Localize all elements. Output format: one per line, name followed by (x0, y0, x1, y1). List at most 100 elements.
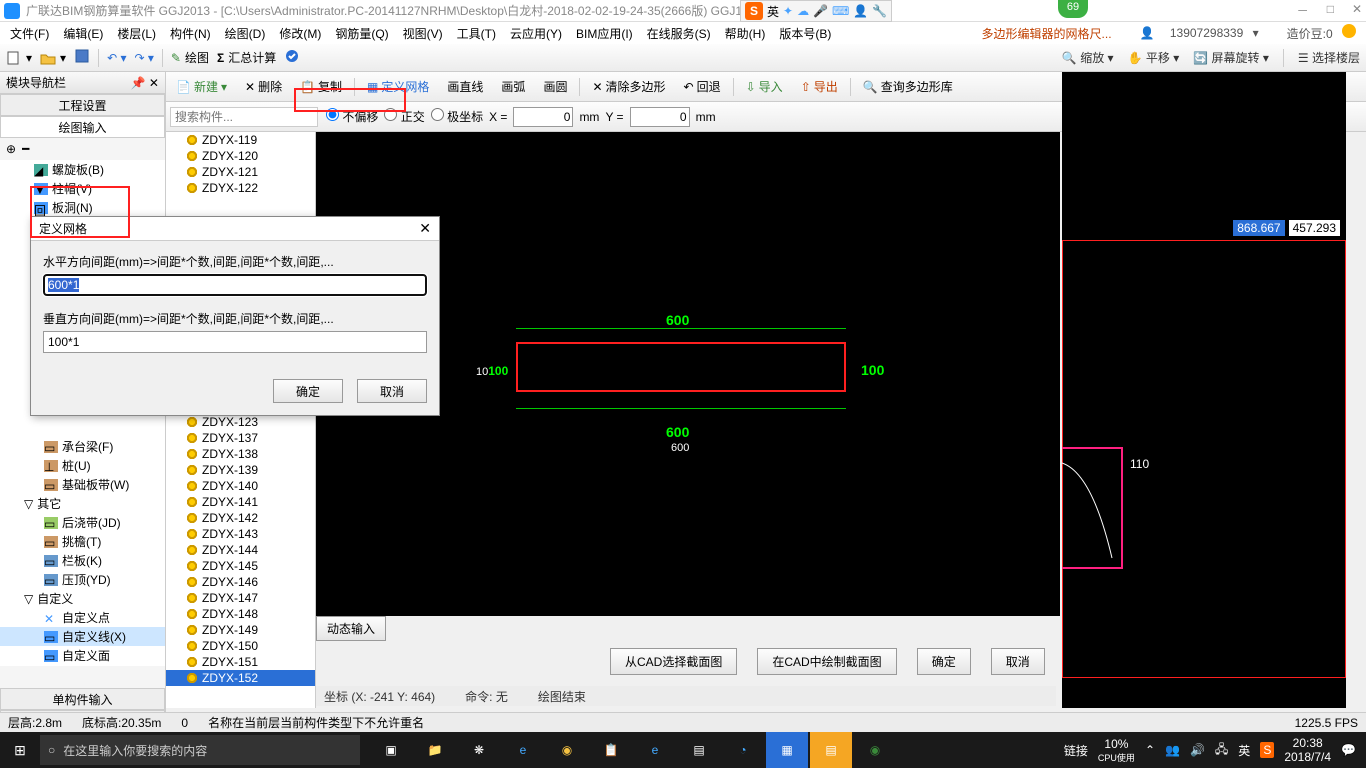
menu-rebar[interactable]: 钢筋量(Q) (329, 25, 394, 42)
cancel-button[interactable]: 取消 (991, 648, 1045, 675)
menu-draw[interactable]: 绘图(D) (219, 25, 272, 42)
define-grid-button[interactable]: ▦ 定义网格 (361, 76, 435, 97)
tray-ime-icon[interactable]: 英 (1238, 742, 1250, 759)
x-input[interactable] (513, 107, 573, 127)
confirm-button[interactable]: 确定 (917, 648, 971, 675)
draw-arc-button[interactable]: 画弧 (495, 76, 531, 97)
zoom-button[interactable]: 🔍 缩放 ▾ (1062, 49, 1114, 66)
menu-floor[interactable]: 楼层(L) (111, 25, 162, 42)
ie-icon[interactable]: e (634, 732, 676, 768)
export-button[interactable]: ⇧ 导出 (795, 76, 844, 97)
menu-view[interactable]: 视图(V) (397, 25, 449, 42)
component-item[interactable]: ZDYX-151 (166, 654, 315, 670)
radio-ortho[interactable]: 正交 (384, 108, 424, 125)
maximize-button[interactable]: □ (1327, 2, 1334, 19)
app-icon-4[interactable]: ▤ (678, 732, 720, 768)
back-button[interactable]: ↶ 回退 (678, 76, 727, 97)
query-library-button[interactable]: 🔍 查询多边形库 (857, 76, 959, 97)
h-spacing-input[interactable] (43, 274, 427, 296)
pan-button[interactable]: ✋ 平移 ▾ (1128, 49, 1180, 66)
delete-button[interactable]: ✕ 删除 (239, 76, 288, 97)
minimize-button[interactable]: － (1297, 2, 1309, 19)
copy-button[interactable]: 📋 复制 (294, 76, 348, 97)
preview-3d-view[interactable]: 868.667 457.293 110 (1062, 72, 1346, 708)
start-button[interactable]: ⊞ (0, 742, 40, 759)
component-item[interactable]: ZDYX-139 (166, 462, 315, 478)
open-file-button[interactable]: ▾ (40, 50, 66, 66)
menu-file[interactable]: 文件(F) (4, 25, 55, 42)
tray-up-icon[interactable]: ⌃ (1145, 743, 1155, 757)
component-item[interactable]: ZDYX-138 (166, 446, 315, 462)
new-file-button[interactable]: ▾ (6, 50, 32, 66)
tray-people-icon[interactable]: 👥 (1165, 743, 1180, 757)
folder-icon[interactable]: 📁 (414, 732, 456, 768)
component-item[interactable]: ZDYX-142 (166, 510, 315, 526)
component-item[interactable]: ZDYX-119 (166, 132, 315, 148)
tray-network-icon[interactable]: 🖧 (1215, 740, 1228, 761)
radio-no-offset[interactable]: 不偏移 (326, 108, 378, 125)
menu-version[interactable]: 版本号(B) (773, 25, 837, 42)
dialog-close-button[interactable]: ✕ (419, 220, 431, 237)
component-item[interactable]: ZDYX-145 (166, 558, 315, 574)
redo-button[interactable]: ↷ ▾ (134, 51, 153, 65)
new-component-button[interactable]: 📄 新建 ▾ (170, 76, 233, 97)
draw-line-button[interactable]: 画直线 (441, 76, 489, 97)
menu-online[interactable]: 在线服务(S) (641, 25, 717, 42)
ime-toolbar[interactable]: S 英 ✦☁🎤⌨👤🔧 (740, 0, 892, 22)
menu-modify[interactable]: 修改(M) (273, 25, 327, 42)
component-item[interactable]: ZDYX-152 (166, 670, 315, 686)
select-floor-button[interactable]: ☰ 选择楼层 (1298, 49, 1360, 66)
user-phone[interactable]: 👤 13907298339 ▾ (1128, 26, 1265, 40)
sum-button[interactable]: Σ汇总计算 (217, 49, 276, 66)
dialog-cancel-button[interactable]: 取消 (357, 379, 427, 403)
app-icon-5[interactable]: ◔ (722, 732, 764, 768)
close-button[interactable]: ✕ (1352, 2, 1362, 19)
component-item[interactable]: ZDYX-120 (166, 148, 315, 164)
component-item[interactable]: ZDYX-147 (166, 590, 315, 606)
component-item[interactable]: ZDYX-123 (166, 414, 315, 430)
taskbar-clock[interactable]: 20:38 2018/7/4 (1284, 736, 1331, 765)
component-item[interactable]: ZDYX-144 (166, 542, 315, 558)
menu-tools[interactable]: 工具(T) (451, 25, 502, 42)
menu-bim[interactable]: BIM应用(I) (570, 25, 639, 42)
menu-edit[interactable]: 编辑(E) (57, 25, 109, 42)
app-icon-8[interactable]: ◉ (854, 732, 896, 768)
credit-label[interactable]: 造价豆:0 (1275, 24, 1362, 42)
tray-volume-icon[interactable]: 🔊 (1190, 743, 1205, 757)
ime-lang[interactable]: 英 (767, 3, 779, 20)
notification-icon[interactable]: 💬 (1341, 743, 1356, 757)
menu-component[interactable]: 构件(N) (164, 25, 217, 42)
search-component-input[interactable] (170, 107, 318, 127)
component-item[interactable]: ZDYX-140 (166, 478, 315, 494)
nav-pin-icon[interactable]: 📌 ✕ (131, 76, 159, 90)
taskbar-search[interactable]: ○ 在这里输入你要搜索的内容 (40, 735, 360, 765)
draw-circle-button[interactable]: 画圆 (537, 76, 573, 97)
component-item[interactable]: ZDYX-146 (166, 574, 315, 590)
y-input[interactable] (630, 107, 690, 127)
tab-project-settings[interactable]: 工程设置 (0, 94, 165, 116)
component-item[interactable]: ZDYX-137 (166, 430, 315, 446)
app-icon-2[interactable]: ◉ (546, 732, 588, 768)
rotate-button[interactable]: 🔄 屏幕旋转 ▾ (1193, 49, 1269, 66)
task-view-icon[interactable]: ▣ (370, 732, 412, 768)
component-item[interactable]: ZDYX-141 (166, 494, 315, 510)
edge-icon[interactable]: e (502, 732, 544, 768)
tab-single-input[interactable]: 单构件输入 (0, 688, 165, 710)
app-icon-7[interactable]: ▤ (810, 732, 852, 768)
component-item[interactable]: ZDYX-148 (166, 606, 315, 622)
clear-polygon-button[interactable]: ✕ 清除多边形 (586, 76, 671, 97)
expand-icon[interactable]: ⊕ (6, 142, 16, 156)
radio-polar[interactable]: 极坐标 (431, 108, 483, 125)
save-button[interactable] (74, 48, 90, 67)
v-spacing-input[interactable] (43, 331, 427, 353)
component-item[interactable]: ZDYX-122 (166, 180, 315, 196)
draw-button[interactable]: ✎绘图 (171, 49, 209, 66)
check-button[interactable] (284, 48, 300, 67)
cad-draw-button[interactable]: 在CAD中绘制截面图 (757, 648, 896, 675)
component-item[interactable]: ZDYX-121 (166, 164, 315, 180)
app-icon-6[interactable]: ▦ (766, 732, 808, 768)
app-icon-1[interactable]: ❋ (458, 732, 500, 768)
component-item[interactable]: ZDYX-149 (166, 622, 315, 638)
cad-select-button[interactable]: 从CAD选择截面图 (610, 648, 737, 675)
import-button[interactable]: ⇩ 导入 (740, 76, 789, 97)
